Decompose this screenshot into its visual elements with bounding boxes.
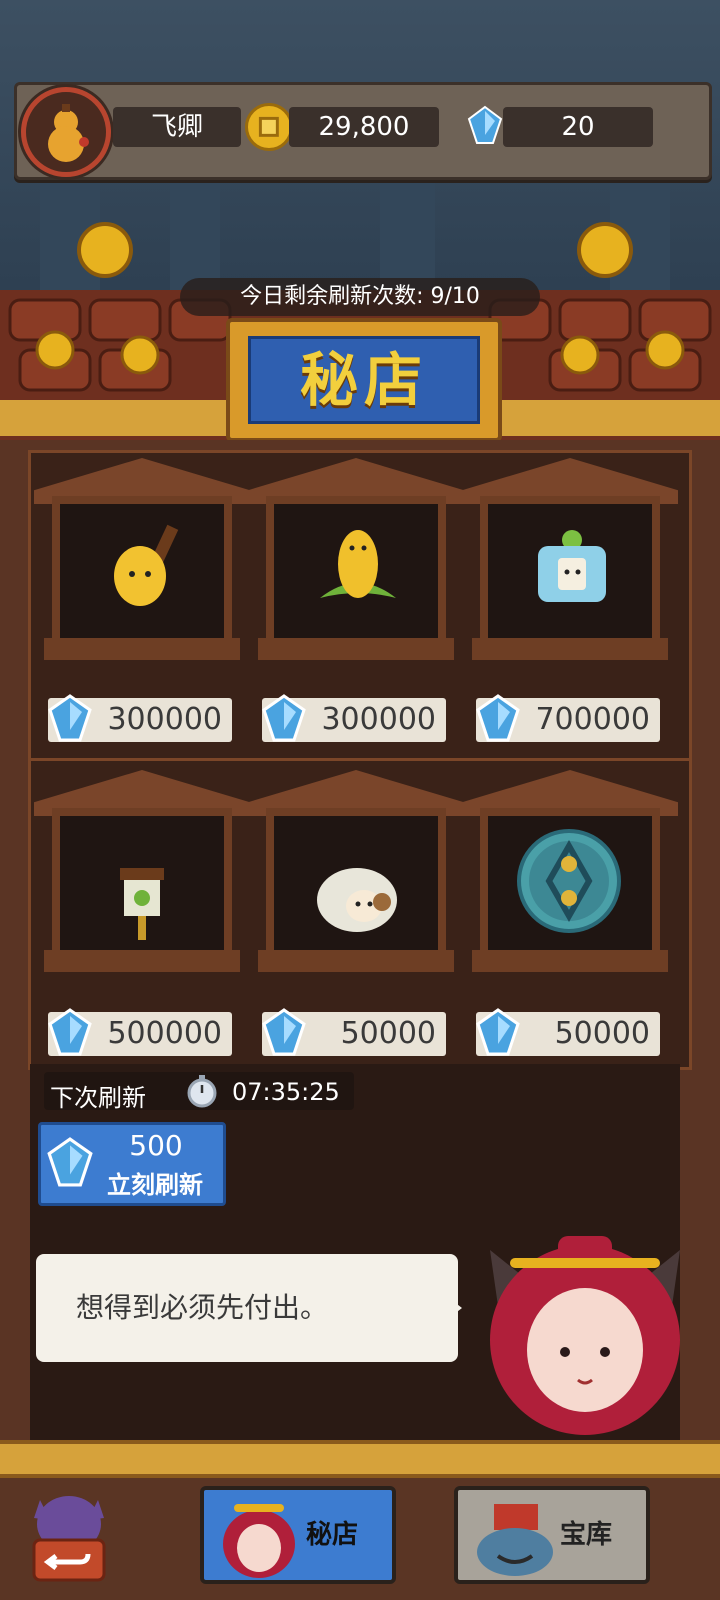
gem-icon: [476, 1008, 520, 1056]
next-refresh-label: 下次刷新: [50, 1084, 146, 1112]
tab-vault[interactable]: 宝库: [454, 1486, 650, 1584]
back-button[interactable]: [26, 1490, 112, 1584]
npc-speech-bubble: 想得到必须先付出。: [36, 1254, 462, 1362]
daily-refresh-count: 今日剩余刷新次数: 9/10: [180, 278, 540, 316]
vault-keeper-icon: [477, 1504, 553, 1576]
item-slot-1[interactable]: [34, 458, 250, 660]
gem-icon: [48, 694, 92, 742]
gem-icon: [467, 105, 503, 144]
gem-icon: [476, 694, 520, 742]
rune-orb-icon: [517, 829, 621, 933]
item-slot-6[interactable]: [462, 770, 678, 972]
player-avatar[interactable]: [21, 87, 111, 177]
refresh-cost: 500: [129, 1129, 183, 1162]
item-slot-4[interactable]: [34, 770, 250, 972]
item-slot-5[interactable]: [248, 770, 464, 972]
player-status-bar: 飞卿 29,800 20: [14, 82, 712, 180]
shopkeeper-npc: [490, 1236, 680, 1435]
coin-count: 29,800: [289, 107, 439, 147]
gem-icon: [48, 1008, 92, 1056]
sheep-icon: [317, 868, 397, 932]
tab-vault-label: 宝库: [559, 1520, 612, 1550]
tab-secret-shop[interactable]: 秘店: [200, 1486, 396, 1584]
refresh-now-label: 立刻刷新: [107, 1171, 203, 1199]
coin-icon: [245, 103, 293, 151]
item-slot-2[interactable]: [248, 458, 464, 660]
scarecrow-sign-icon: [120, 868, 164, 940]
corn-on-stick-icon: [114, 524, 179, 606]
item-slot-3[interactable]: [462, 458, 678, 660]
next-refresh-timer: 07:35:25: [232, 1078, 340, 1106]
tv-box-creature-icon: [538, 530, 606, 602]
shop-title: 秘店: [248, 336, 480, 424]
gem-icon: [47, 1137, 93, 1187]
player-name: 飞卿: [113, 107, 241, 147]
bottom-trim: [0, 1440, 720, 1478]
wheat-sprout-icon: [320, 530, 396, 598]
refresh-now-button[interactable]: 500 立刻刷新: [38, 1122, 226, 1206]
shop-sign: 秘店: [226, 318, 502, 442]
back-arrow-icon: [32, 1496, 106, 1582]
shopkeeper-tab-icon: [223, 1504, 295, 1578]
stopwatch-icon: [187, 1075, 217, 1108]
gourd-icon: [48, 104, 89, 162]
gem-icon: [262, 694, 306, 742]
gem-count: 20: [503, 107, 653, 147]
tab-secret-shop-label: 秘店: [305, 1520, 358, 1550]
gem-icon: [262, 1008, 306, 1056]
